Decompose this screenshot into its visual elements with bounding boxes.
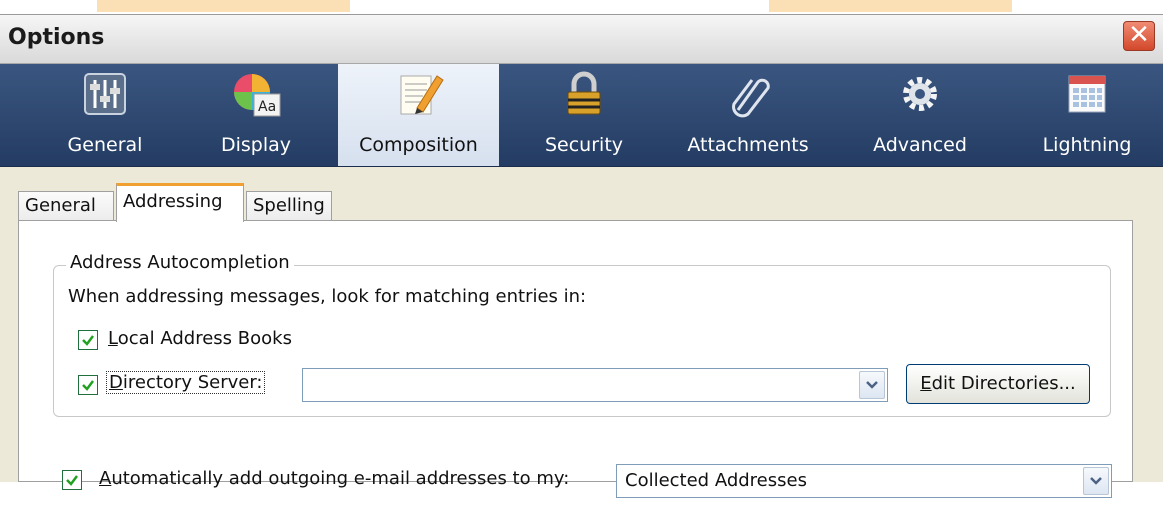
pane-content: General Addressing Spelling Address Auto… xyxy=(0,167,1163,498)
directory-server-checkbox[interactable] xyxy=(78,375,98,395)
access-key: A xyxy=(99,468,112,489)
button-label: dit Directories... xyxy=(931,373,1076,394)
access-key: L xyxy=(108,328,118,349)
access-key: D xyxy=(109,372,123,393)
background-tab xyxy=(769,0,1012,12)
checkmark-icon xyxy=(82,335,94,346)
label-text: ocal Address Books xyxy=(117,328,292,349)
svg-text:Aa: Aa xyxy=(258,99,276,115)
pane-label: Composition xyxy=(359,134,478,156)
tab-label: Addressing xyxy=(123,191,223,212)
pane-lightning[interactable]: Lightning xyxy=(1022,64,1152,166)
close-button[interactable]: ✕ xyxy=(1123,21,1155,51)
color-wheel-font-icon: Aa xyxy=(234,74,281,117)
tab-label: Spelling xyxy=(253,195,325,216)
group-caption: Address Autocompletion xyxy=(66,252,294,273)
pane-label: Attachments xyxy=(687,134,809,156)
pane-security[interactable]: Security xyxy=(520,64,648,166)
label-text: utomatically add outgoing e-mail address… xyxy=(111,468,570,489)
address-autocompletion-group: Address Autocompletion When addressing m… xyxy=(53,252,1111,417)
padlock-icon xyxy=(567,71,601,115)
options-dialog: Options ✕ General Aa Display Composition… xyxy=(0,14,1163,498)
checkmark-icon xyxy=(66,475,78,486)
paperclip-icon xyxy=(732,78,770,118)
chevron-down-icon[interactable] xyxy=(859,371,885,399)
notepad-pencil-icon xyxy=(400,75,444,115)
directory-server-label[interactable]: Directory Server: xyxy=(106,371,266,394)
collected-addresses-select[interactable]: Collected Addresses xyxy=(616,464,1112,498)
edit-directories-button[interactable]: Edit Directories... xyxy=(906,364,1090,404)
pane-display[interactable]: Aa Display xyxy=(196,64,316,166)
title-bar: Options ✕ xyxy=(0,15,1163,64)
tab-addressing[interactable]: Addressing xyxy=(116,183,244,222)
tab-label: General xyxy=(25,195,96,216)
auto-add-addresses-checkbox[interactable] xyxy=(62,470,82,490)
pane-label: General xyxy=(67,134,143,156)
pane-general[interactable]: General xyxy=(45,64,165,166)
tab-general[interactable]: General xyxy=(18,191,114,221)
autocomplete-description: When addressing messages, look for match… xyxy=(68,286,587,307)
pane-label: Security xyxy=(544,134,624,156)
background-tab xyxy=(97,0,350,12)
chevron-down-icon[interactable] xyxy=(1083,467,1109,495)
local-address-books-label[interactable]: Local Address Books xyxy=(108,328,292,349)
addressing-panel: Address Autocompletion When addressing m… xyxy=(18,220,1133,498)
pane-toolbar: General Aa Display Composition Security … xyxy=(0,64,1163,167)
pane-label: Advanced xyxy=(873,134,967,156)
checkmark-icon xyxy=(82,380,94,391)
sliders-icon xyxy=(84,73,126,115)
directory-server-select[interactable] xyxy=(302,368,888,402)
window-title: Options xyxy=(8,25,105,50)
pane-attachments[interactable]: Attachments xyxy=(672,64,824,166)
close-icon: ✕ xyxy=(1128,20,1150,50)
label-text: irectory Server: xyxy=(122,372,263,393)
gear-icon xyxy=(903,77,937,111)
pane-label: Lightning xyxy=(1042,134,1132,156)
access-key: E xyxy=(920,373,932,394)
auto-add-addresses-label[interactable]: Automatically add outgoing e-mail addres… xyxy=(99,468,569,489)
tab-spelling[interactable]: Spelling xyxy=(246,191,332,221)
pane-label: Display xyxy=(220,134,292,156)
local-address-books-checkbox[interactable] xyxy=(78,330,98,350)
calendar-icon xyxy=(1068,75,1106,113)
pane-composition[interactable]: Composition xyxy=(338,64,499,166)
pane-advanced[interactable]: Advanced xyxy=(855,64,985,166)
